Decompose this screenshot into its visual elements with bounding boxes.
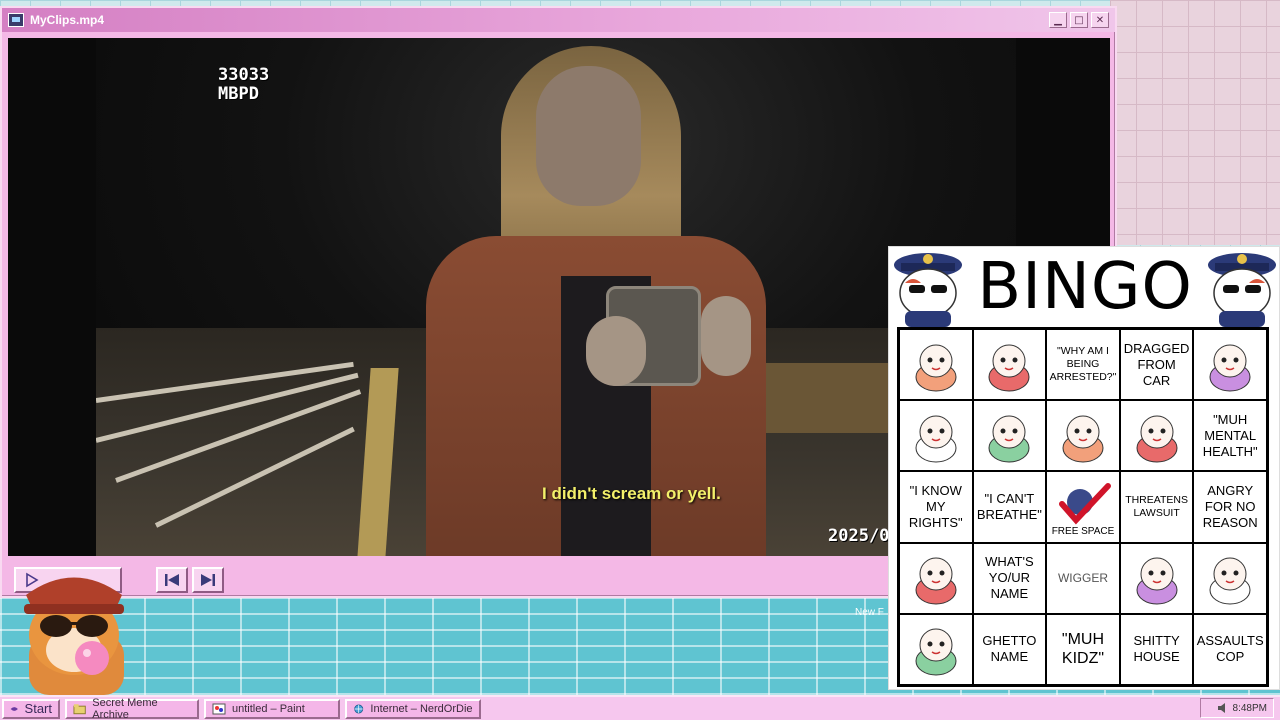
taskbar-item-label: untitled – Paint	[232, 702, 305, 715]
bingo-cell[interactable]: "WHY AM I BEING ARRESTED?"	[1046, 329, 1120, 401]
police-cat-mascot-icon	[1208, 253, 1276, 327]
cartoon-character-sticker	[1062, 415, 1104, 463]
bingo-cell-text: "I KNOW MY RIGHTS"	[908, 482, 963, 530]
bingo-cell[interactable]	[899, 613, 973, 685]
bingo-cell[interactable]: "MUH KIDZ"	[1046, 613, 1120, 685]
bingo-card: BINGO "WHY AM I BEING ARRESTED?" DRAGGED …	[888, 246, 1280, 690]
police-cat-mascot-icon	[894, 253, 962, 327]
taskbar-item-internet[interactable]: Internet – NerdOrDie.com	[345, 698, 481, 719]
bingo-cell-text: WHAT'S YO/UR NAME	[985, 554, 1034, 602]
bingo-cell[interactable]: THREATENS LAWSUIT	[1119, 471, 1194, 543]
taskbar-item-paint[interactable]: untitled – Paint	[204, 698, 340, 719]
bingo-cell[interactable]: SHITTY HOUSE	[1119, 613, 1194, 685]
desktop-wallpaper-pink	[1110, 0, 1280, 245]
next-track-icon	[201, 574, 215, 586]
bingo-title: BINGO	[977, 250, 1193, 324]
bingo-cell[interactable]: "I KNOW MY RIGHTS"	[899, 471, 973, 543]
system-tray: 8:48PM	[1200, 698, 1274, 718]
free-space-label: FREE SPACE	[1051, 525, 1115, 537]
bingo-cell[interactable]	[1119, 542, 1194, 614]
bingo-cell-text: "WHY AM I BEING ARRESTED?"	[1049, 345, 1117, 384]
bodycam-dept: MBPD	[218, 84, 259, 104]
blonde-cat-sticker	[915, 557, 957, 605]
bingo-cell[interactable]: DRAGGED FROM CAR	[1119, 329, 1194, 401]
next-track-button[interactable]	[192, 567, 224, 593]
bingo-cell-text: "MUH MENTAL HEALTH"	[1202, 411, 1258, 459]
speaker-icon[interactable]	[1217, 703, 1229, 713]
bingo-cell[interactable]: GHETTO NAME	[972, 613, 1047, 685]
bingo-cell[interactable]	[1046, 400, 1120, 472]
bingo-cell-text: "I CAN'T BREATHE"	[976, 490, 1042, 522]
bingo-cell[interactable]: "MUH MENTAL HEALTH"	[1193, 400, 1267, 472]
subject-face	[536, 66, 641, 206]
video-frame: 33033 MBPD I didn't scream or yell. 2025…	[96, 38, 1016, 556]
crying-cat-sticker	[1136, 557, 1178, 605]
money-cat-sticker	[1209, 557, 1251, 605]
bingo-cell[interactable]: ASSAULTS COP	[1193, 613, 1267, 685]
minimize-button[interactable]: ▁	[1049, 12, 1067, 28]
paint-icon	[212, 703, 226, 714]
bingo-header: BINGO	[889, 247, 1280, 327]
media-player-icon	[8, 13, 24, 27]
bingo-cell-text: DRAGGED FROM CAR	[1123, 340, 1190, 388]
hooded-cat-sticker	[915, 344, 957, 392]
bingo-cell-text: ANGRY FOR NO REASON	[1202, 482, 1258, 530]
crying-woman-photo	[988, 344, 1030, 392]
taskbar-item-label: Internet – NerdOrDie.com	[370, 702, 473, 715]
video-caption: I didn't scream or yell.	[542, 484, 721, 503]
previous-track-icon	[165, 574, 179, 586]
start-button[interactable]: Start	[2, 698, 60, 719]
bingo-grid: "WHY AM I BEING ARRESTED?" DRAGGED FROM C…	[897, 327, 1269, 687]
window-title: MyClips.mp4	[30, 13, 105, 27]
clock: 8:48PM	[1232, 702, 1267, 714]
window-titlebar[interactable]: MyClips.mp4 ▁ □ ✕	[2, 8, 1115, 32]
bingo-cell[interactable]	[899, 329, 973, 401]
bingo-cell[interactable]: "I CAN'T BREATHE"	[972, 471, 1047, 543]
driving-cat-sticker	[988, 415, 1030, 463]
bodycam-unit-overlay: 33033 MBPD	[218, 66, 269, 104]
bingo-cell[interactable]	[899, 400, 973, 472]
bingo-cell[interactable]	[1193, 329, 1267, 401]
maximize-button[interactable]: □	[1070, 12, 1088, 28]
start-label: Start	[24, 701, 52, 716]
subject-hand	[701, 296, 751, 376]
subject-hand	[586, 316, 646, 386]
bingo-cell[interactable]	[1193, 542, 1267, 614]
start-logo-icon	[10, 706, 18, 711]
close-button[interactable]: ✕	[1091, 12, 1109, 28]
globe-icon	[354, 704, 364, 713]
bingo-cell[interactable]: ANGRY FOR NO REASON	[1193, 471, 1267, 543]
desktop-icon-label-partial[interactable]: New F	[855, 607, 884, 618]
bingo-cell[interactable]	[972, 329, 1047, 401]
cool-cat-sticker	[24, 577, 124, 695]
taskbar-item-label: Secret Meme Archive	[92, 696, 158, 720]
bingo-cell-text: SHITTY HOUSE	[1133, 633, 1180, 665]
bingo-cell-text: GHETTO NAME	[982, 633, 1037, 665]
taskbar-item-secret-meme-archive[interactable]: Secret Meme Archive	[65, 696, 199, 720]
taskbar: Start Secret Meme Archive untitled – Pai…	[0, 695, 1280, 720]
black-hair-cat-sticker	[915, 415, 957, 463]
subject-person	[416, 46, 796, 556]
bingo-cell[interactable]: WHAT'S YO/UR NAME	[972, 542, 1047, 614]
previous-track-button[interactable]	[156, 567, 188, 593]
bingo-cell-text: "MUH KIDZ"	[1061, 631, 1105, 668]
bingo-cell[interactable]: WIGGER	[1046, 542, 1120, 614]
fat-cat-sticker	[915, 628, 957, 676]
bingo-cell-text: WIGGER	[1057, 571, 1108, 586]
folder-icon	[73, 703, 86, 714]
bodycam-unit-id: 33033	[218, 65, 270, 85]
sitting-cat-sticker	[1136, 415, 1178, 463]
sketch-figure	[1209, 344, 1251, 392]
bingo-cell[interactable]	[972, 400, 1047, 472]
bingo-cell[interactable]: FREE SPACE	[1046, 471, 1120, 543]
bingo-cell-text: THREATENS LAWSUIT	[1125, 493, 1188, 519]
bingo-cell[interactable]	[899, 542, 973, 614]
bingo-cell-text: ASSAULTS COP	[1196, 633, 1264, 665]
bingo-cell[interactable]	[1119, 400, 1194, 472]
